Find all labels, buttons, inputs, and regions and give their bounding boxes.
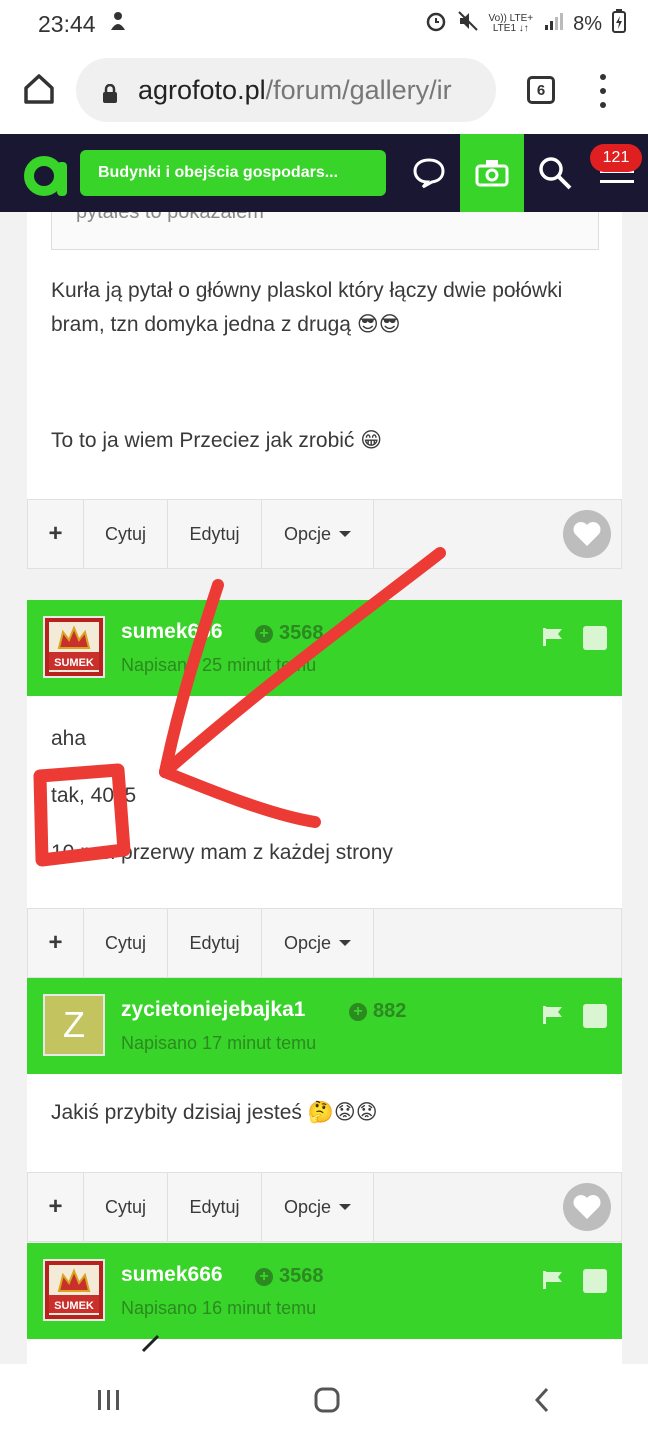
battery-percent: 8% — [573, 12, 602, 35]
post-text: aha — [51, 727, 87, 750]
avatar-text: SUMEK — [54, 1300, 94, 1312]
post-date: Napisano 25 minut temu — [121, 655, 317, 675]
url-domain: agrofoto.pl — [138, 74, 266, 105]
plus-circle-icon: + — [255, 624, 273, 643]
caret-down-icon — [339, 940, 352, 946]
plus-circle-icon: + — [255, 1267, 273, 1286]
reputation: +3568 — [255, 1265, 324, 1288]
url-path: /forum/gallery/ir — [265, 74, 452, 105]
back-icon[interactable] — [532, 1386, 552, 1419]
flag-icon[interactable] — [543, 1006, 563, 1024]
home-nav-icon[interactable] — [313, 1386, 341, 1419]
chat-icon[interactable] — [404, 134, 454, 212]
options-button[interactable]: Opcje — [262, 909, 374, 977]
avatar-text: SUMEK — [54, 657, 94, 669]
forum-thread: pytałeś to pokazałem Kurła ją pytał o gł… — [0, 212, 648, 1364]
heart-icon[interactable] — [563, 510, 611, 558]
post-author-bar: SUMEK sumek666 +3568 Napisano 16 minut t… — [27, 1243, 622, 1339]
edit-button[interactable]: Edytuj — [168, 500, 262, 568]
plus-circle-icon: + — [349, 1002, 367, 1021]
select-checkbox[interactable] — [583, 1269, 607, 1293]
edit-button[interactable]: Edytuj — [168, 909, 262, 977]
status-bar: 23:44 Vo)) LTE+ LTE1 ↓↑ 8% — [0, 0, 648, 48]
post-body: Jakiś przybity dzisiaj jesteś 🤔😟😟 — [27, 1074, 622, 1172]
alarm-icon — [425, 10, 447, 38]
post-author-bar: Z zycietoniejebajka1 +882 Napisano 17 mi… — [27, 978, 622, 1074]
notification-icon — [108, 10, 128, 38]
network-indicator: Vo)) LTE+ LTE1 ↓↑ — [488, 13, 534, 34]
breadcrumb[interactable]: Budynki i obejścia gospodars... — [80, 150, 386, 196]
lock-icon — [102, 80, 118, 103]
post-date: Napisano 17 minut temu — [121, 1033, 317, 1053]
post-text: Kurła ją pytał o główny plaskol który łą… — [51, 279, 563, 336]
select-checkbox[interactable] — [583, 626, 607, 650]
plus-button[interactable]: + — [28, 909, 84, 977]
avatar[interactable]: SUMEK — [43, 1259, 105, 1321]
post-body: aha tak, 40x5 10 mm przerwy mam z każdej… — [27, 696, 622, 908]
notification-badge[interactable]: 121 — [590, 144, 642, 172]
system-nav-bar — [0, 1364, 648, 1440]
mute-icon — [457, 10, 479, 38]
agrofoto-logo-icon[interactable] — [22, 152, 70, 198]
options-button[interactable]: Opcje — [262, 500, 374, 568]
home-icon[interactable] — [22, 72, 56, 106]
avatar[interactable]: SUMEK — [43, 616, 105, 678]
search-icon[interactable] — [530, 134, 580, 212]
post-toolbar: + Cytuj Edytuj Opcje — [27, 1172, 622, 1242]
avatar[interactable]: Z — [43, 994, 105, 1056]
post-body: pytałeś to pokazałem Kurła ją pytał o gł… — [27, 212, 622, 499]
camera-icon[interactable] — [460, 134, 524, 212]
author-name[interactable]: sumek666 — [121, 1263, 223, 1287]
post-date: Napisano 16 minut temu — [121, 1298, 317, 1318]
recent-apps-icon[interactable] — [96, 1388, 122, 1417]
reputation: +3568 — [255, 622, 324, 645]
quote-button[interactable]: Cytuj — [84, 909, 168, 977]
plus-button[interactable]: + — [28, 500, 84, 568]
post-text: tak, 40x5 — [51, 784, 137, 807]
post-author-bar: SUMEK sumek666 +3568 Napisano 25 minut t… — [27, 600, 622, 696]
quote-button[interactable]: Cytuj — [84, 500, 168, 568]
caret-down-icon — [339, 531, 352, 537]
post-body — [27, 1339, 622, 1364]
post-text: Jakiś przybity dzisiaj jesteś 🤔😟😟 — [51, 1101, 378, 1124]
tab-switcher-button[interactable]: 6 — [527, 76, 555, 104]
battery-icon — [612, 9, 626, 39]
signal-icon — [543, 11, 564, 37]
select-checkbox[interactable] — [583, 1004, 607, 1028]
heart-icon[interactable] — [563, 1183, 611, 1231]
browser-menu-icon[interactable] — [598, 74, 608, 108]
status-time: 23:44 — [38, 10, 96, 37]
post-text: 10 mm przerwy mam z każdej strony — [51, 841, 393, 864]
quote-button[interactable]: Cytuj — [84, 1173, 168, 1241]
edit-button[interactable]: Edytuj — [168, 1173, 262, 1241]
browser-toolbar: agrofoto.pl/forum/gallery/ir 6 — [0, 48, 648, 134]
options-button[interactable]: Opcje — [262, 1173, 374, 1241]
post-toolbar: + Cytuj Edytuj Opcje — [27, 499, 622, 569]
author-name[interactable]: zycietoniejebajka1 — [121, 998, 305, 1022]
author-name[interactable]: sumek666 — [121, 620, 223, 644]
quote-block: pytałeś to pokazałem — [51, 212, 599, 250]
caret-down-icon — [339, 1204, 352, 1210]
plus-button[interactable]: + — [28, 1173, 84, 1241]
post-toolbar: + Cytuj Edytuj Opcje — [27, 908, 622, 978]
flag-icon[interactable] — [543, 1271, 563, 1289]
reputation: +882 — [349, 1000, 406, 1023]
site-header: Budynki i obejścia gospodars... — [0, 134, 648, 212]
post-text: To to ja wiem Przeciez jak zrobić 😁 — [51, 429, 383, 452]
flag-icon[interactable] — [543, 628, 563, 646]
address-bar[interactable]: agrofoto.pl/forum/gallery/ir — [76, 58, 496, 122]
